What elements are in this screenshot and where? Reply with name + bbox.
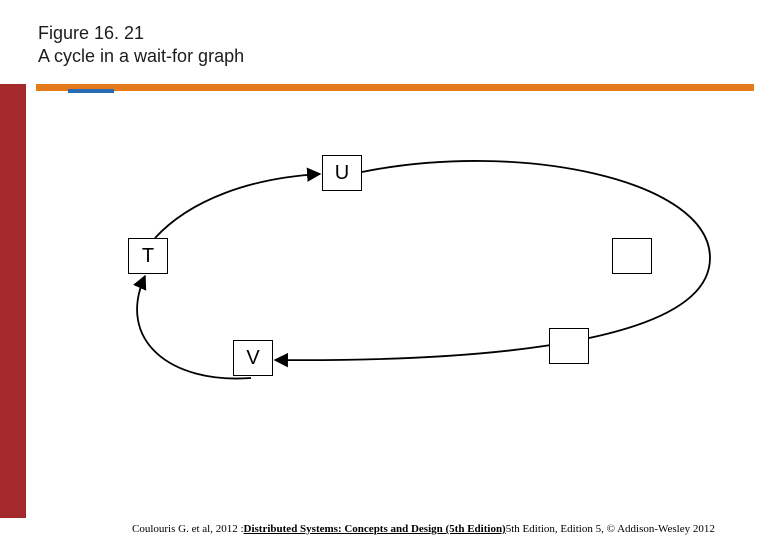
wait-for-graph-edges [0, 0, 780, 540]
left-accent-bar [0, 84, 26, 518]
citation-footer: Coulouris G. et al, 2012 : Distributed S… [0, 518, 780, 540]
citation-suffix: 5th Edition, Edition 5, © Addison-Wesley… [506, 523, 715, 535]
figure-number: Figure 16. 21 [38, 22, 244, 45]
rule-orange [36, 84, 754, 91]
node-v-label: V [246, 347, 259, 370]
node-u: U [322, 155, 362, 191]
figure-header: Figure 16. 21 A cycle in a wait-for grap… [38, 22, 244, 69]
node-r1 [612, 238, 652, 274]
node-v: V [233, 340, 273, 376]
citation-prefix: Coulouris G. et al, 2012 : [132, 523, 244, 535]
node-t-label: T [142, 245, 154, 268]
citation-title: Distributed Systems: Concepts and Design… [244, 523, 506, 535]
node-t: T [128, 238, 168, 274]
figure-title: A cycle in a wait-for graph [38, 45, 244, 68]
node-u-label: U [335, 162, 349, 185]
rule-blue [68, 89, 114, 93]
header-rule [36, 84, 754, 94]
edge-t-to-u [155, 174, 320, 238]
node-r2 [549, 328, 589, 364]
